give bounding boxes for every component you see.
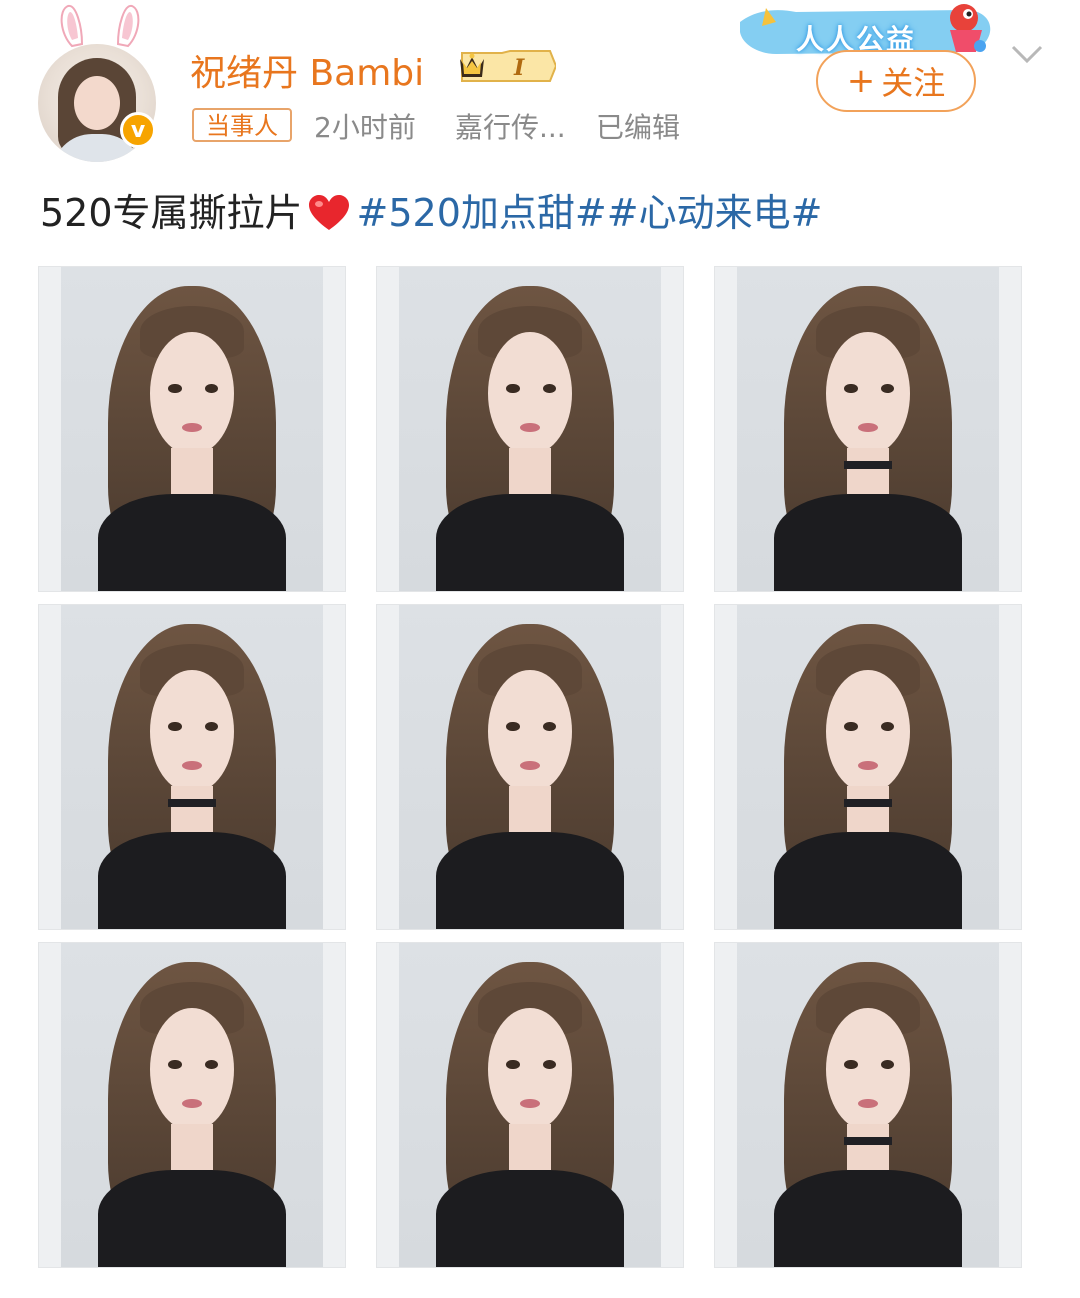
- gallery-photo[interactable]: [714, 942, 1022, 1268]
- svg-text:I: I: [513, 55, 525, 81]
- post-source[interactable]: 嘉行传...: [455, 106, 566, 146]
- crown-level-badge-icon[interactable]: I: [452, 47, 556, 85]
- post-time: 2小时前: [314, 111, 416, 144]
- author-name[interactable]: 祝绪丹 Bambi: [190, 44, 424, 96]
- role-tag: 当事人: [192, 108, 292, 142]
- chevron-down-icon[interactable]: [1010, 42, 1044, 66]
- heart-emoji-icon: [308, 195, 349, 230]
- edited-label[interactable]: 已编辑: [596, 106, 680, 146]
- gallery-photo[interactable]: [376, 604, 684, 930]
- plus-icon: +: [846, 61, 876, 101]
- gallery-photo[interactable]: [376, 266, 684, 592]
- gallery-photo[interactable]: [376, 942, 684, 1268]
- follow-button[interactable]: + 关注: [816, 50, 976, 112]
- post-text: 520专属撕拉片 #520加点甜##心动来电#: [40, 182, 822, 237]
- gallery-photo[interactable]: [714, 266, 1022, 592]
- gallery-photo[interactable]: [38, 266, 346, 592]
- post-text-plain: 520专属撕拉片: [40, 191, 303, 235]
- gallery-photo[interactable]: [714, 604, 1022, 930]
- hashtag-link[interactable]: #心动来电#: [607, 191, 823, 235]
- follow-label: 关注: [881, 64, 946, 102]
- gallery-photo[interactable]: [38, 604, 346, 930]
- hashtag-link[interactable]: #520加点甜#: [357, 191, 607, 235]
- verified-badge-icon: v: [120, 112, 156, 148]
- gallery-photo[interactable]: [38, 942, 346, 1268]
- bunny-ears-decoration: [60, 5, 140, 48]
